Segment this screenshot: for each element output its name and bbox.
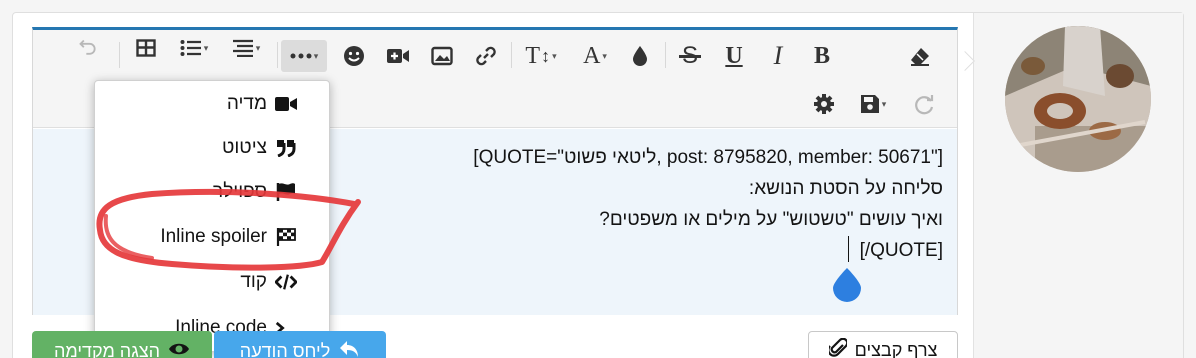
post-reply-button[interactable]: ליחס הודעה — [214, 331, 386, 358]
save-icon[interactable]: ▾ — [851, 88, 895, 120]
undo-icon[interactable] — [73, 32, 103, 64]
font-size-icon[interactable]: T ↕ ▾ — [517, 40, 565, 72]
annotation-circle — [96, 188, 361, 271]
content-line: [/QUOTE] — [859, 240, 943, 261]
table-icon[interactable] — [129, 32, 163, 64]
quote-icon — [275, 137, 297, 159]
menu-item-label: מדיה — [226, 93, 267, 114]
bold-icon[interactable]: B — [805, 40, 839, 72]
italic-icon[interactable]: I — [761, 40, 795, 72]
menu-item-label: ציטוט — [221, 137, 267, 158]
video-icon[interactable] — [381, 40, 415, 72]
paperclip-icon — [826, 337, 848, 358]
text-color-icon[interactable]: A ▾ — [573, 40, 617, 72]
strikethrough-icon[interactable]: S — [673, 40, 707, 72]
bold-label: B — [813, 42, 830, 69]
reply-icon — [338, 339, 360, 358]
emoji-icon[interactable] — [337, 40, 371, 72]
more-icon[interactable]: ▾ — [281, 40, 327, 72]
attach-files-button[interactable]: צרף קבצים — [808, 331, 958, 358]
font-size-label: T — [525, 42, 541, 69]
drop-icon[interactable] — [625, 40, 655, 72]
menu-item-quote[interactable]: ציטוט — [222, 133, 297, 163]
underline-label: U — [725, 42, 743, 69]
settings-icon[interactable] — [807, 88, 841, 120]
redo-icon[interactable] — [909, 88, 939, 120]
image-icon[interactable] — [425, 40, 459, 72]
preview-button[interactable]: הצגה מקדימה — [32, 331, 212, 358]
content-line: ואיך עושים "טשטוש" על מילים או משפטים? — [599, 209, 943, 230]
underline-icon[interactable]: U — [717, 40, 751, 72]
list-icon[interactable]: ▾ — [173, 32, 215, 64]
link-icon[interactable] — [469, 40, 503, 72]
preview-label: הצגה מקדימה — [53, 340, 161, 358]
toolbar-separator — [665, 42, 666, 68]
toolbar-separator — [277, 42, 278, 68]
eraser-icon[interactable] — [903, 40, 937, 72]
toolbar-separator — [119, 42, 120, 68]
menu-item-media[interactable]: מדיה — [227, 89, 297, 119]
cursor-handle-icon[interactable] — [832, 268, 862, 302]
italic-label: I — [773, 41, 783, 70]
toolbar-separator — [511, 42, 512, 68]
align-icon[interactable]: ▾ — [225, 32, 267, 64]
post-reply-label: ליחס הודעה — [239, 340, 331, 358]
content-line: סליחה על הסטת הנושא: — [748, 178, 943, 199]
content-line: [QUOTE="ליטאי פשוט, post: 8795820, membe… — [473, 147, 943, 168]
avatar[interactable] — [1005, 26, 1151, 172]
text-cursor — [848, 236, 849, 262]
text-color-label: A — [583, 42, 601, 69]
eye-icon — [168, 341, 190, 358]
video-icon — [275, 93, 297, 115]
attach-files-label: צרף קבצים — [854, 339, 938, 358]
